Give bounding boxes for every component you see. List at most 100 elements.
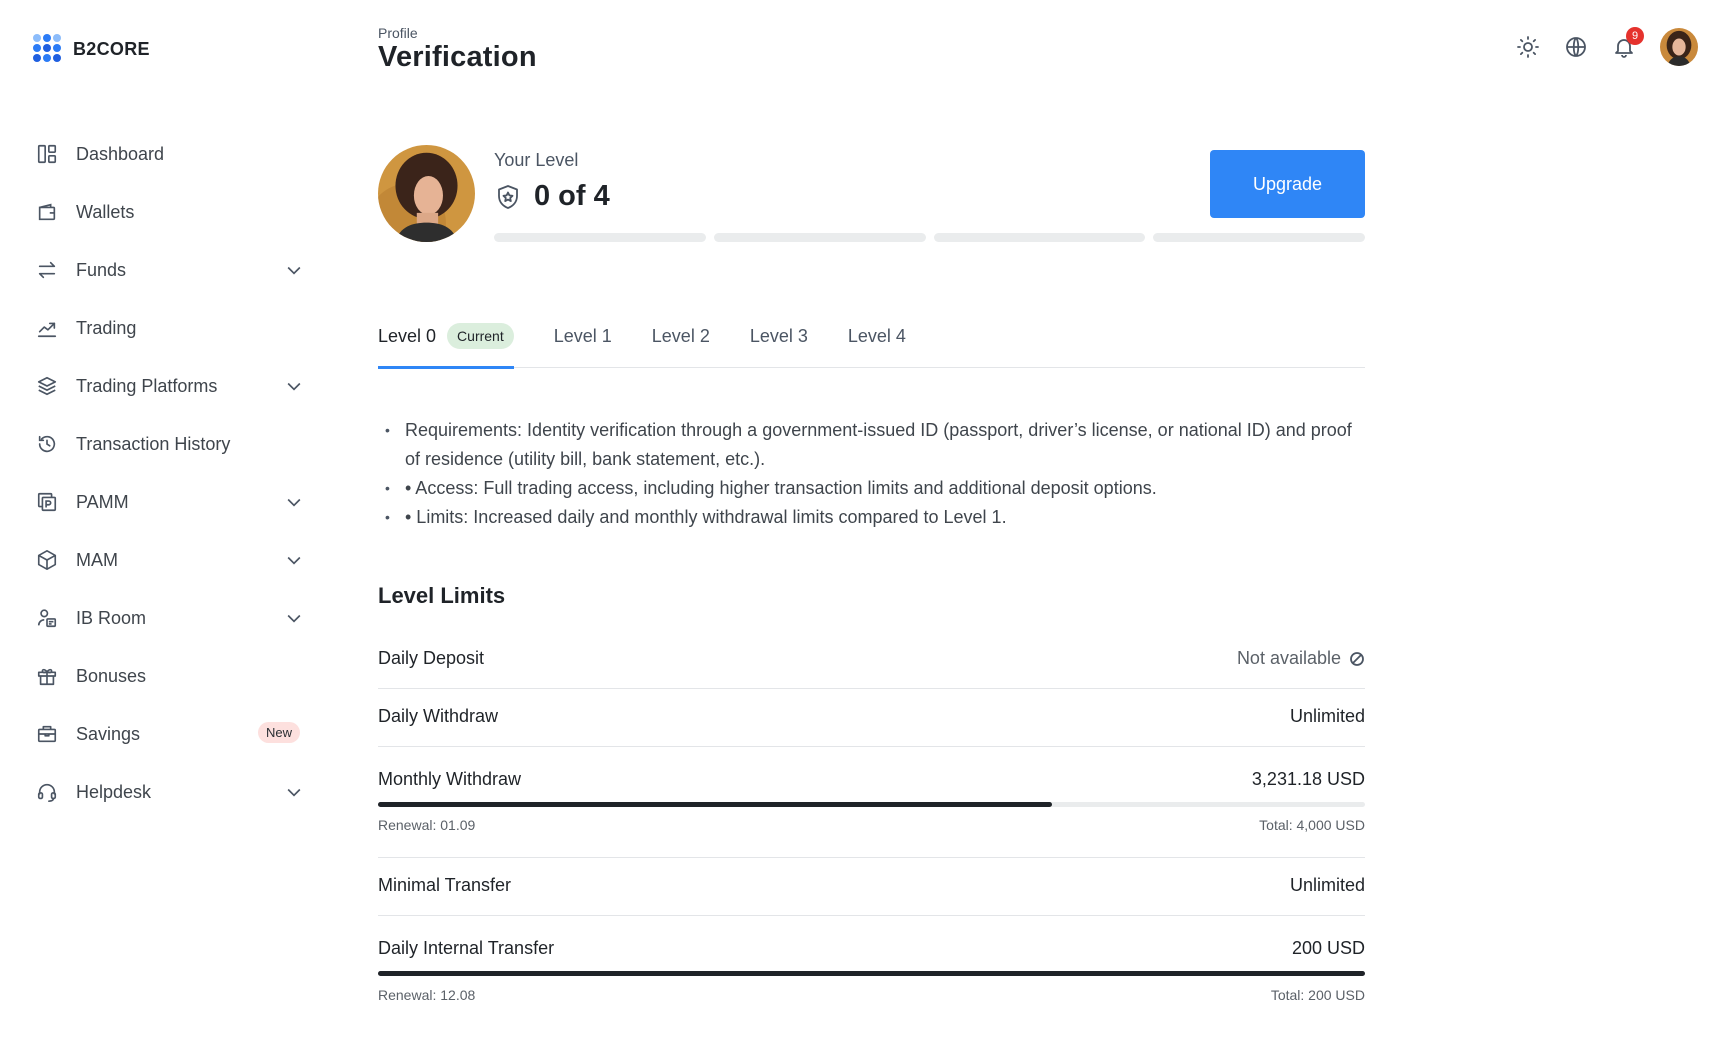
user-group-icon [36,607,58,629]
tab-level-2[interactable]: Level 2 [652,308,710,368]
sidebar-item-label: Bonuses [76,665,147,686]
new-badge: New [257,722,300,743]
profile-avatar [378,145,475,242]
not-available-icon [1349,651,1365,667]
total-text: Total: 4,000 USD [1259,817,1365,833]
limit-label: Monthly Withdraw [378,769,522,789]
renewal-text: Renewal: 12.08 [378,987,476,1003]
tab-level-0[interactable]: Level 0 Current [378,308,514,369]
limit-value: Unlimited [1289,706,1365,726]
level-limits-title: Level Limits [378,583,506,608]
sidebar-item-ib-room[interactable]: IB Room [36,589,304,647]
sidebar-item-trading[interactable]: Trading [36,299,304,357]
limit-row-daily-deposit: Daily Deposit Not available [378,648,1365,669]
level-value: 0 of 4 [534,180,610,212]
limit-value: 200 USD [1291,938,1365,958]
sidebar-item-helpdesk[interactable]: Helpdesk [36,763,304,821]
total-text: Total: 200 USD [1270,987,1365,1003]
upgrade-button[interactable]: Upgrade [1210,150,1365,218]
cube-icon [36,549,58,571]
chevron-down-icon[interactable] [284,376,304,396]
limit-value-text: Not available [1236,648,1341,668]
sun-icon[interactable] [1516,35,1540,59]
sidebar-item-funds[interactable]: Funds [36,241,304,299]
limit-label: Daily Internal Transfer [378,938,555,958]
headset-icon [36,781,58,803]
sidebar-item-bonuses[interactable]: Bonuses [36,647,304,705]
sidebar-item-pamm[interactable]: PAMM [36,473,304,531]
divider [378,915,1365,916]
sidebar-item-savings[interactable]: Savings New [36,705,304,763]
limit-label: Daily Deposit [378,648,485,668]
history-icon [36,433,58,455]
tab-label: Level 1 [553,325,612,346]
chevron-down-icon[interactable] [284,492,304,512]
limit-label: Minimal Transfer [378,875,512,895]
limit-row-monthly-withdraw: Monthly Withdraw 3,231.18 USD [378,769,1365,790]
sidebar-item-label: IB Room [76,607,147,628]
breadcrumb[interactable]: Profile [378,25,418,41]
current-badge: Current [447,323,514,349]
tab-label: Level 0 [378,325,437,346]
chevron-down-icon[interactable] [284,782,304,802]
gift-icon [36,665,58,687]
bell-icon[interactable]: 9 [1612,27,1644,59]
globe-icon[interactable] [1564,35,1588,59]
level-progress-segment [494,233,706,242]
user-avatar[interactable] [1660,28,1698,66]
sidebar-item-label: Helpdesk [76,781,152,802]
sidebar-item-label: Transaction History [76,433,231,454]
transfer-arrows-icon [36,259,58,281]
limit-meta-row: Renewal: 01.09 Total: 4,000 USD [378,817,1365,833]
page-title: Verification [378,41,537,73]
divider [378,688,1365,689]
level-progress-segment [933,233,1146,242]
tab-level-3[interactable]: Level 3 [750,308,808,368]
brand-name: B2CORE [73,38,150,59]
tab-level-1[interactable]: Level 1 [554,308,612,368]
limit-row-daily-withdraw: Daily Withdraw Unlimited [378,706,1365,727]
chevron-down-icon[interactable] [284,608,304,628]
divider [378,857,1365,858]
requirement-item: Requirements: Identity verification thro… [385,416,1370,474]
level-tabs: Level 0 Current Level 1 Level 2 Level 3 … [378,308,1365,369]
tab-label: Level 2 [651,325,710,346]
chevron-down-icon[interactable] [284,260,304,280]
sidebar-item-label: Wallets [76,201,135,222]
renewal-text: Renewal: 01.09 [378,817,476,833]
limit-row-minimal-transfer: Minimal Transfer Unlimited [378,875,1365,896]
level-label: Your Level [494,150,579,170]
sidebar-item-label: Trading [76,317,137,338]
level-progress-segment [713,233,926,242]
tab-level-4[interactable]: Level 4 [848,308,906,368]
wallet-icon [36,201,58,223]
sidebar-item-label: Trading Platforms [76,375,218,396]
chevron-down-icon[interactable] [284,550,304,570]
brand-logo[interactable]: B2CORE [33,34,150,64]
sidebar-item-trading-platforms[interactable]: Trading Platforms [36,357,304,415]
limit-meta-row: Renewal: 12.08 Total: 200 USD [378,987,1365,1003]
pamm-icon [36,491,58,513]
sidebar-item-label: Savings [76,723,141,744]
logo-mark-icon [33,34,63,64]
tab-label: Level 3 [749,325,808,346]
divider [378,746,1365,747]
sidebar-item-mam[interactable]: MAM [36,531,304,589]
limit-value: Unlimited [1289,875,1365,895]
header-actions: 9 [1516,27,1698,66]
limit-row-daily-internal-transfer: Daily Internal Transfer 200 USD [378,938,1365,959]
limit-value: Not available [1237,648,1365,669]
sidebar-item-label: PAMM [76,491,129,512]
dashboard-icon [36,143,58,165]
sidebar-item-label: MAM [76,549,118,570]
sidebar-nav: Dashboard Wallets Funds Trading Trading … [36,125,304,821]
limit-value: 3,231.18 USD [1251,769,1365,789]
shield-star-icon [494,183,522,211]
requirements-list: Requirements: Identity verification thro… [385,416,1370,532]
sidebar-item-label: Funds [76,259,127,280]
sidebar-item-transaction-history[interactable]: Transaction History [36,415,304,473]
sidebar-item-wallets[interactable]: Wallets [36,183,304,241]
limit-progress-fill [378,971,1365,976]
notification-count-badge: 9 [1626,27,1644,45]
sidebar-item-dashboard[interactable]: Dashboard [36,125,304,183]
